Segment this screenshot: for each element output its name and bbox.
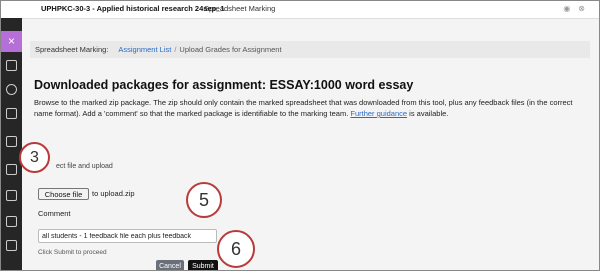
main-content: Spreadsheet Marking: Assignment List / Uplo… (22, 19, 599, 270)
upload-section-label: ect file and upload (56, 163, 113, 170)
messages-icon[interactable] (6, 216, 17, 227)
tool-title: Spreadsheet Marking (204, 4, 276, 13)
home-icon[interactable] (6, 60, 17, 71)
comment-label: Comment (38, 209, 71, 218)
selected-file-name: to upload.zip (92, 189, 135, 198)
top-bar: UPHPKC-30-3 - Applied historical researc… (1, 1, 599, 19)
left-rail: × (1, 18, 22, 270)
breadcrumb-label: Spreadsheet Marking: (35, 45, 109, 54)
assignment-list-link[interactable]: Assignment List (118, 45, 171, 54)
breadcrumb-current: Upload Grades for Assignment (179, 45, 282, 54)
close-panel-button[interactable]: × (1, 31, 22, 52)
description-text: Browse to the marked zip package. The zi… (34, 98, 573, 118)
step-3-callout: 3 (19, 142, 50, 173)
cancel-button[interactable]: Cancel (156, 260, 184, 270)
grades-icon[interactable] (6, 190, 17, 201)
comment-input[interactable] (38, 229, 217, 243)
activity-icon[interactable] (6, 240, 17, 251)
further-guidance-link[interactable]: Further guidance (350, 109, 407, 118)
institution-icon[interactable] (6, 108, 17, 119)
breadcrumb-separator: / (174, 45, 177, 54)
submit-button[interactable]: Submit (188, 260, 218, 270)
close-icon[interactable]: ⊗ (578, 4, 585, 13)
submit-hint: Click Submit to proceed (38, 249, 107, 256)
courses-icon[interactable] (6, 136, 17, 147)
window-frame: UPHPKC-30-3 - Applied historical researc… (0, 0, 600, 271)
description-text-end: is available. (409, 109, 449, 118)
calendar-icon[interactable] (6, 164, 17, 175)
page-description: Browse to the marked zip package. The zi… (34, 97, 590, 119)
top-icons: ◉ ⊗ (555, 4, 585, 13)
eye-icon[interactable]: ◉ (563, 4, 570, 13)
profile-icon[interactable] (6, 84, 17, 95)
breadcrumb: Spreadsheet Marking: Assignment List / Uplo… (30, 41, 590, 58)
page-title: Downloaded packages for assignment: ESSA… (34, 78, 414, 92)
step-6-callout: 6 (217, 230, 255, 268)
choose-file-button[interactable]: Choose file (38, 188, 89, 200)
course-title: UPHPKC-30-3 - Applied historical researc… (41, 4, 225, 13)
step-5-callout: 5 (186, 182, 222, 218)
